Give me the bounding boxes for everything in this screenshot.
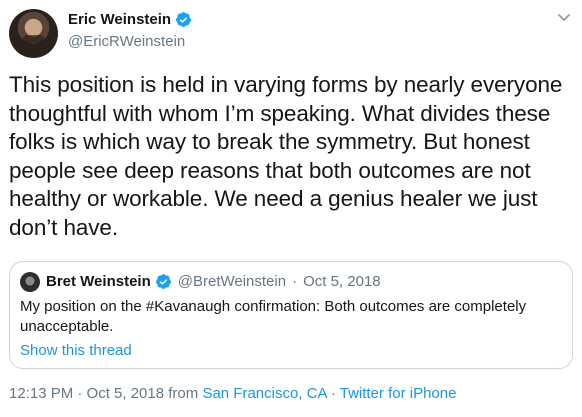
author-name-row: Eric Weinstein xyxy=(68,11,192,28)
chevron-down-icon[interactable] xyxy=(556,9,572,25)
source-link[interactable]: Twitter for iPhone xyxy=(340,385,457,402)
show-thread-link[interactable]: Show this thread xyxy=(20,342,132,359)
quoted-meta-separator: · xyxy=(292,273,298,290)
author-name[interactable]: Eric Weinstein xyxy=(68,11,171,28)
tweet-footer: 12:13 PM · Oct 5, 2018 from San Francisc… xyxy=(9,385,456,402)
footer-separator: · xyxy=(330,385,336,402)
quoted-author-handle: @BretWeinstein xyxy=(177,273,287,290)
verified-badge-icon xyxy=(155,274,171,289)
author-avatar[interactable] xyxy=(9,9,58,58)
quoted-author-avatar xyxy=(20,272,40,292)
quoted-tweet-header: Bret Weinstein @BretWeinstein · Oct 5, 2… xyxy=(46,273,381,290)
tweet-text: This position is held in varying forms b… xyxy=(9,72,563,240)
location-link[interactable]: San Francisco, CA xyxy=(202,385,326,402)
tweet-card: Eric Weinstein @EricRWeinstein This posi… xyxy=(0,0,582,417)
quoted-tweet-text: My position on the #Kavanaugh confirmati… xyxy=(20,298,527,335)
quoted-tweet-card[interactable]: Bret Weinstein @BretWeinstein · Oct 5, 2… xyxy=(9,261,573,369)
quoted-author-name: Bret Weinstein xyxy=(46,273,151,290)
quoted-tweet-date: Oct 5, 2018 xyxy=(303,273,381,290)
verified-badge-icon xyxy=(176,12,192,27)
tweet-timestamp[interactable]: 12:13 PM · Oct 5, 2018 from xyxy=(9,385,198,402)
author-handle[interactable]: @EricRWeinstein xyxy=(68,33,185,50)
